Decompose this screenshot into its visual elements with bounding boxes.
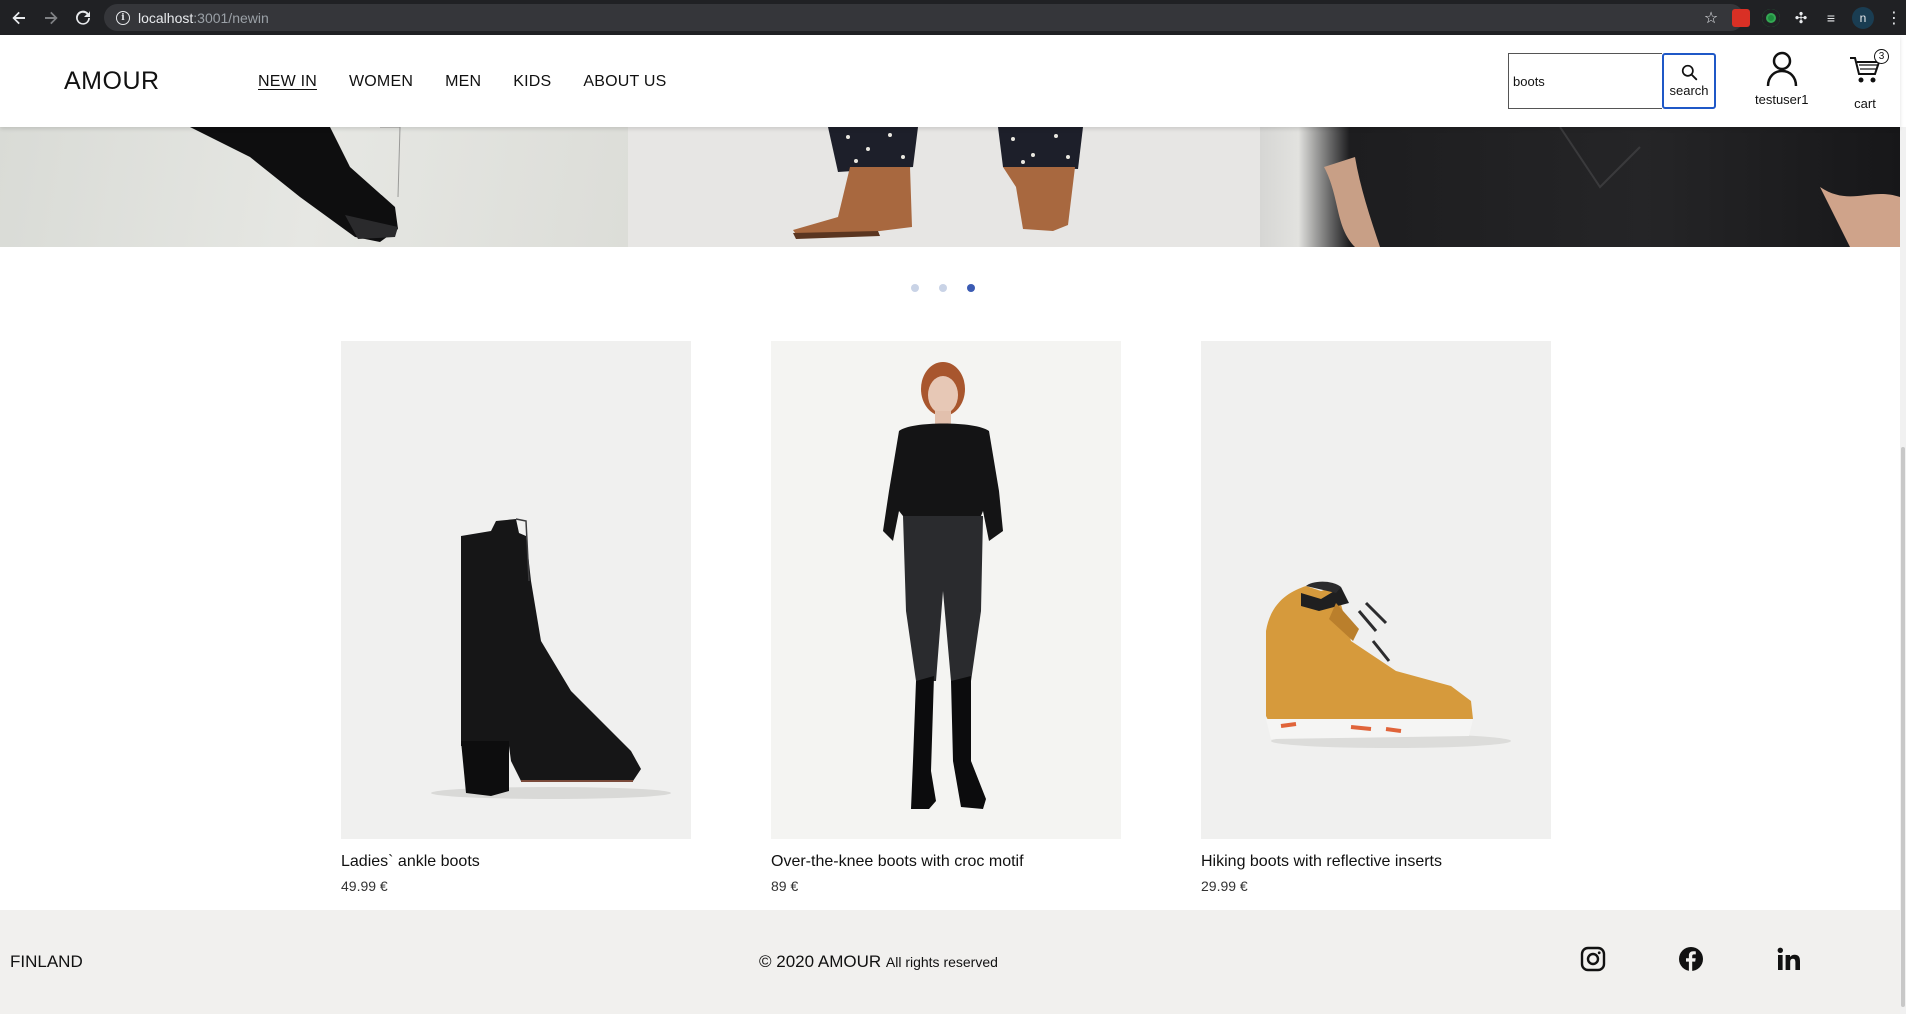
product-price: 29.99 € (1201, 878, 1248, 894)
product-card[interactable]: Over-the-knee boots with croc motif 89 € (771, 341, 1121, 894)
user-icon (1766, 51, 1797, 87)
search-button-label: search (1669, 83, 1709, 98)
extension-red-icon[interactable] (1732, 8, 1750, 27)
nav-new-in[interactable]: NEW IN (258, 73, 317, 91)
search-icon (1681, 64, 1697, 81)
cart-label: cart (1854, 96, 1876, 111)
ankle-boot-image (431, 518, 671, 799)
product-image[interactable] (341, 341, 691, 839)
facebook-icon[interactable] (1678, 946, 1704, 972)
cart-count-badge: 3 (1874, 49, 1889, 64)
site-footer: FINLAND © 2020 AMOUR All rights reserved (0, 910, 1900, 1014)
hero-slide-3[interactable] (1260, 127, 1900, 247)
linkedin-icon[interactable] (1776, 946, 1802, 972)
user-account[interactable]: testuser1 (1755, 51, 1808, 107)
footer-country: FINLAND (10, 952, 83, 971)
footer-copyright: © 2020 AMOUR All rights reserved (759, 952, 998, 972)
slider-dot-3[interactable] (967, 284, 975, 292)
slider-dots (911, 284, 975, 292)
nav-men[interactable]: MEN (445, 73, 481, 91)
scrollbar-thumb[interactable] (1901, 447, 1905, 1007)
hiking-boot-image (1266, 581, 1511, 748)
product-name[interactable]: Over-the-knee boots with croc motif (771, 853, 1121, 871)
nav-about-us[interactable]: ABOUT US (583, 73, 666, 91)
info-icon[interactable]: i (116, 10, 130, 25)
product-grid: Ladies` ankle boots 49.99 € Over-the-kne… (341, 341, 1551, 894)
model-knee-boots-image (883, 362, 1003, 809)
back-icon[interactable] (10, 9, 28, 27)
reload-icon[interactable] (74, 9, 92, 27)
extensions-puzzle-icon[interactable]: ✣ (1792, 9, 1810, 27)
extensions-area: ☆ ✣ ≡ n ⋮ (1702, 0, 1902, 35)
product-image[interactable] (1201, 341, 1551, 839)
model-jacket-image (1324, 127, 1900, 247)
product-price: 89 € (771, 878, 799, 894)
media-control-icon[interactable]: ≡ (1822, 9, 1840, 27)
social-links (1580, 946, 1802, 972)
page-scrollbar[interactable] (1900, 127, 1906, 1014)
hero-slide-1[interactable] (0, 127, 628, 247)
main-nav: NEW IN WOMEN MEN KIDS ABOUT US (258, 73, 667, 91)
copyright-text: © 2020 AMOUR (759, 952, 882, 971)
slider-dot-2[interactable] (939, 284, 947, 292)
site-header: AMOUR NEW IN WOMEN MEN KIDS ABOUT US sea… (0, 35, 1900, 127)
user-name: testuser1 (1755, 92, 1809, 107)
address-bar[interactable]: i localhost:3001/newin (104, 4, 1744, 31)
product-image[interactable] (771, 341, 1121, 839)
model-boots-image (793, 127, 1083, 239)
slider-dot-1[interactable] (911, 284, 919, 292)
url-text: localhost:3001/newin (138, 9, 269, 26)
boot-image (190, 127, 401, 242)
browser-menu-icon[interactable]: ⋮ (1886, 8, 1902, 28)
hero-slide-2[interactable] (628, 127, 1260, 247)
nav-women[interactable]: WOMEN (349, 73, 413, 91)
product-price: 49.99 € (341, 878, 388, 894)
product-name[interactable]: Hiking boots with reflective inserts (1201, 853, 1551, 871)
nav-kids[interactable]: KIDS (513, 73, 551, 91)
product-name[interactable]: Ladies` ankle boots (341, 853, 691, 871)
rights-text: All rights reserved (885, 954, 998, 970)
cart[interactable]: 3 cart (1848, 49, 1889, 111)
bookmark-star-icon[interactable]: ☆ (1702, 9, 1720, 27)
browser-toolbar: i localhost:3001/newin ☆ ✣ ≡ n ⋮ (0, 0, 1906, 35)
hero-slider (0, 127, 1900, 247)
profile-avatar-icon[interactable]: n (1852, 6, 1874, 29)
search-input[interactable] (1508, 53, 1662, 109)
product-card[interactable]: Ladies` ankle boots 49.99 € (341, 341, 691, 894)
instagram-icon[interactable] (1580, 946, 1606, 972)
product-card[interactable]: Hiking boots with reflective inserts 29.… (1201, 341, 1551, 894)
forward-icon[interactable] (42, 9, 60, 27)
search-form: search (1508, 53, 1716, 109)
search-button[interactable]: search (1662, 53, 1716, 109)
site-logo[interactable]: AMOUR (64, 67, 160, 96)
extension-green-icon[interactable] (1762, 8, 1780, 27)
